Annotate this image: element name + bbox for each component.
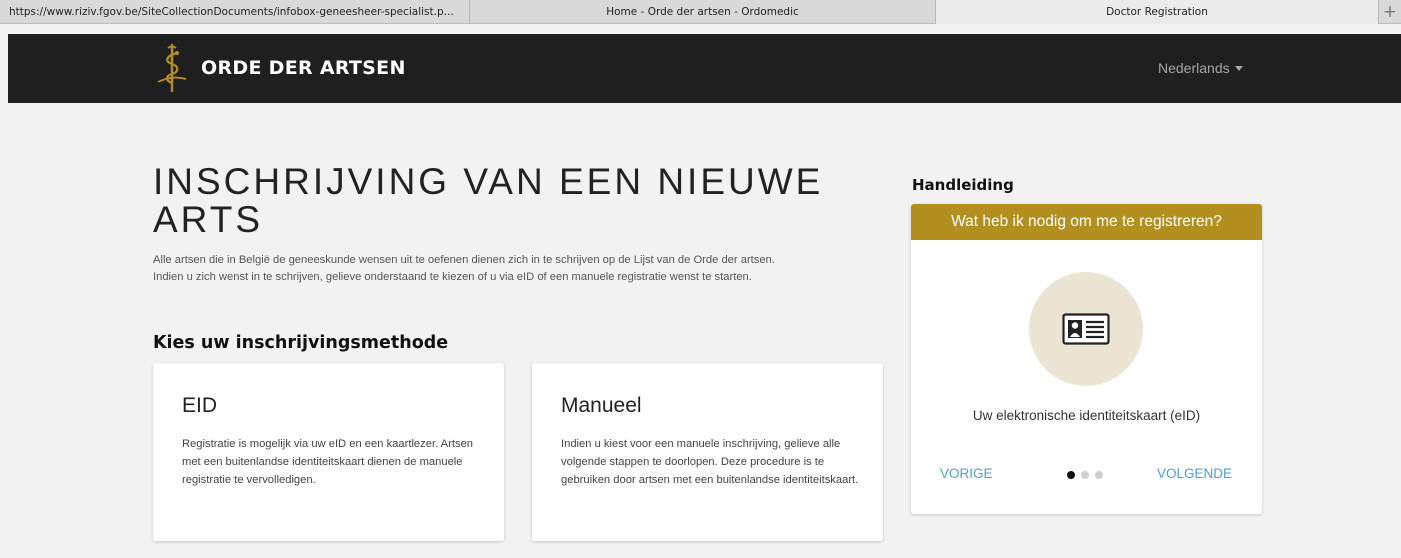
carousel-dot[interactable] [1081,471,1089,479]
card-description: Indien u kiest voor een manuele inschrij… [561,438,859,486]
method-heading: Kies uw inschrijvingsmethode [153,333,449,353]
intro-text: Alle artsen die in België de geneeskunde… [153,252,893,286]
carousel-indicators [1067,471,1103,479]
intro-line: Indien u zich wenst in te schrijven, gel… [153,271,752,283]
guide-heading: Handleiding [912,176,1014,194]
carousel-nav: VORIGE VOLGENDE [911,466,1262,484]
guide-carousel: Wat heb ik nodig om me te registreren? U… [911,204,1262,514]
manual-method-card[interactable]: Manueel Indien u kiest voor een manuele … [532,363,883,541]
card-title: EID [182,394,218,417]
language-dropdown[interactable]: Nederlands [1158,60,1243,76]
carousel-dot[interactable] [1067,471,1075,479]
language-label: Nederlands [1158,60,1230,76]
browser-tab-doctor-registration[interactable]: Doctor Registration [936,0,1379,24]
previous-button[interactable]: VORIGE [940,466,993,481]
id-card-icon [1062,313,1110,345]
browser-tab-ordomedic-home[interactable]: Home - Orde der artsen - Ordomedic [470,0,936,24]
next-button[interactable]: VOLGENDE [1157,466,1232,481]
card-title: Manueel [561,394,642,417]
site-navbar: ORDE DER ARTSEN Nederlands [8,34,1401,103]
chevron-down-icon [1234,65,1243,71]
eid-method-card[interactable]: EID Registratie is mogelijk via uw eID e… [153,363,504,541]
new-tab-button[interactable]: + [1379,0,1401,23]
card-description: Registratie is mogelijk via uw eID en ee… [182,438,474,486]
guide-illustration [1029,272,1143,386]
browser-tab-riziv[interactable]: https://www.riziv.fgov.be/SiteCollection… [0,0,470,24]
caduceus-icon [157,44,187,92]
guide-header: Wat heb ik nodig om me te registreren? [911,204,1262,240]
brand-link[interactable]: ORDE DER ARTSEN [155,42,406,94]
carousel-dot[interactable] [1095,471,1103,479]
page-title: INSCHRIJVING VAN EEN NIEUWE ARTS [153,161,824,240]
guide-caption: Uw elektronische identiteitskaart (eID) [972,408,1201,423]
intro-line: Alle artsen die in België de geneeskunde… [153,254,775,266]
brand-name: ORDE DER ARTSEN [201,57,406,79]
browser-tab-strip: https://www.riziv.fgov.be/SiteCollection… [0,0,1401,24]
